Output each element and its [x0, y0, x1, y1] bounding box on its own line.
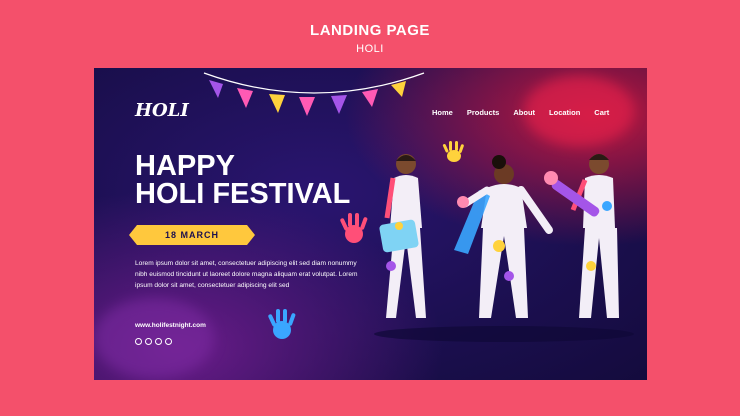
nav-home[interactable]: Home	[432, 108, 453, 117]
holi-logo[interactable]: HOLI	[135, 100, 189, 121]
nav-products[interactable]: Products	[467, 108, 500, 117]
nav-about[interactable]: About	[513, 108, 535, 117]
description-text: Lorem ipsum dolor sit amet, consectetuer…	[135, 260, 358, 289]
nav-cart[interactable]: Cart	[594, 108, 609, 117]
social-links	[135, 338, 172, 345]
blue-handprint-icon	[268, 309, 296, 339]
top-nav: Home Products About Location Cart	[432, 108, 609, 117]
bunting-decoration	[203, 72, 425, 116]
nav-location[interactable]: Location	[549, 108, 580, 117]
facebook-icon[interactable]	[145, 338, 152, 345]
hero-headline: HAPPY HOLI FESTIVAL	[135, 150, 395, 210]
headline-line-2: HOLI FESTIVAL	[135, 178, 351, 210]
website-link[interactable]: www.holifestnight.com	[135, 322, 206, 329]
date-ribbon: 18 MARCH	[129, 225, 255, 245]
people-illustration	[374, 154, 634, 342]
twitter-icon[interactable]	[155, 338, 162, 345]
page-title: LANDING PAGE	[310, 22, 430, 39]
headline-line-1: HAPPY	[135, 150, 235, 182]
page-subtitle: HOLI	[356, 43, 384, 55]
instagram-icon[interactable]	[135, 338, 142, 345]
landing-card: HOLI Home Products About Location Cart H…	[94, 68, 647, 380]
pinterest-icon[interactable]	[165, 338, 172, 345]
